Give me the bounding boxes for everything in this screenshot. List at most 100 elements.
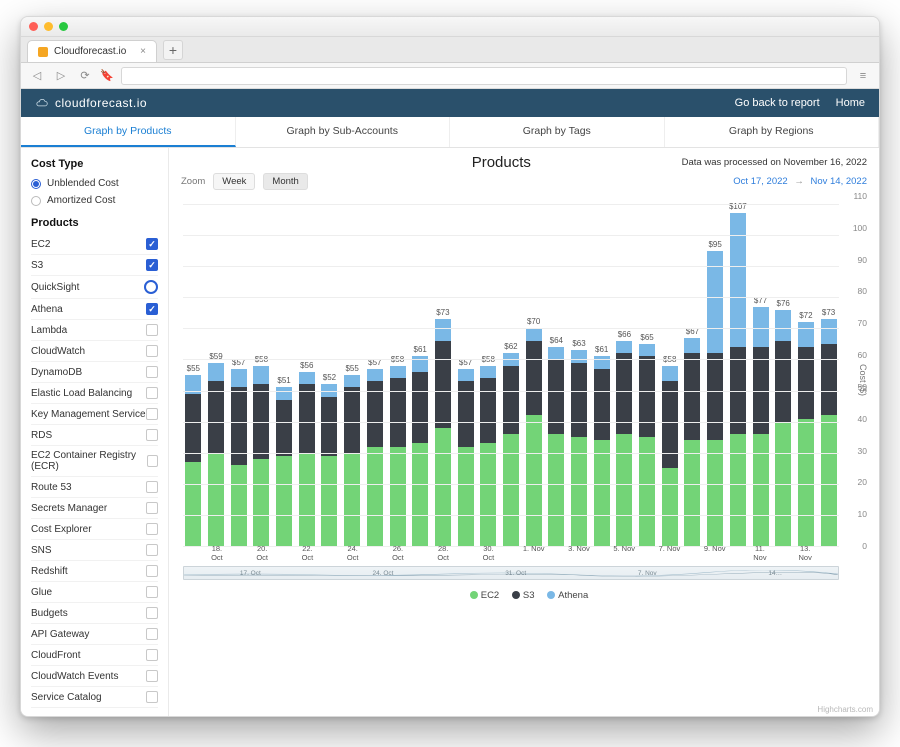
bar-segment-ec2[interactable] [276, 456, 292, 546]
bar-column[interactable]: $64 [546, 204, 567, 546]
bar-segment-athena[interactable] [367, 369, 383, 381]
bar-column[interactable]: $65 [637, 204, 658, 546]
bar-segment-athena[interactable] [821, 319, 837, 344]
bar-segment-ec2[interactable] [503, 434, 519, 546]
bar-segment-s3[interactable] [390, 378, 406, 446]
product-checkbox[interactable]: ✓ [146, 303, 158, 315]
bar-segment-ec2[interactable] [208, 453, 224, 546]
bar-segment-athena[interactable] [730, 213, 746, 347]
bar-column[interactable]: $51 [274, 204, 295, 546]
nav-bookmark-icon[interactable]: 🔖 [101, 68, 113, 84]
bar-segment-athena[interactable] [798, 322, 814, 347]
product-row[interactable]: Key Management Service [31, 404, 158, 425]
address-bar[interactable] [121, 67, 847, 85]
bar-segment-athena[interactable] [390, 366, 406, 378]
zoom-week-button[interactable]: Week [213, 173, 255, 190]
bar-column[interactable]: $95 [705, 204, 726, 546]
tab-graph-products[interactable]: Graph by Products [21, 117, 236, 147]
bar-segment-s3[interactable] [775, 341, 791, 422]
bar-segment-s3[interactable] [639, 356, 655, 437]
bar-segment-s3[interactable] [480, 378, 496, 443]
product-checkbox[interactable]: ✓ [146, 238, 158, 250]
bar-column[interactable]: $63 [569, 204, 590, 546]
bar-segment-ec2[interactable] [526, 415, 542, 546]
product-row[interactable]: SNS [31, 540, 158, 561]
bar-column[interactable]: $62 [501, 204, 522, 546]
product-row[interactable]: API Gateway [31, 624, 158, 645]
bar-segment-s3[interactable] [503, 366, 519, 434]
bar-segment-athena[interactable] [480, 366, 496, 378]
tab-close-icon[interactable]: × [140, 46, 146, 57]
product-row[interactable]: CloudFront [31, 645, 158, 666]
bar-segment-athena[interactable] [458, 369, 474, 381]
bar-segment-athena[interactable] [753, 307, 769, 347]
traffic-light-close[interactable] [29, 22, 38, 31]
traffic-light-zoom[interactable] [59, 22, 68, 31]
legend-athena[interactable]: Athena [558, 590, 588, 601]
bar-segment-ec2[interactable] [730, 434, 746, 546]
bar-segment-ec2[interactable] [548, 434, 564, 546]
bar-column[interactable]: $61 [410, 204, 431, 546]
brand-logo[interactable]: cloudforecast.io [35, 96, 147, 110]
bar-column[interactable]: $73 [433, 204, 454, 546]
bar-column[interactable]: $66 [614, 204, 635, 546]
product-row[interactable]: Cost Explorer [31, 519, 158, 540]
bar-column[interactable]: $58 [478, 204, 499, 546]
product-checkbox[interactable] [146, 366, 158, 378]
product-row[interactable]: CloudWatch Events [31, 666, 158, 687]
bar-column[interactable]: $72 [796, 204, 817, 546]
product-checkbox[interactable] [146, 628, 158, 640]
bar-column[interactable]: $58 [659, 204, 680, 546]
product-checkbox[interactable] [147, 455, 158, 467]
bar-segment-ec2[interactable] [185, 462, 201, 546]
product-row[interactable]: EC2 Container Registry (ECR) [31, 446, 158, 477]
bar-column[interactable]: $57 [365, 204, 386, 546]
bar-segment-s3[interactable] [526, 341, 542, 416]
bar-segment-athena[interactable] [684, 338, 700, 354]
bar-column[interactable]: $58 [387, 204, 408, 546]
bar-segment-athena[interactable] [775, 310, 791, 341]
nav-menu-icon[interactable]: ≡ [855, 68, 871, 84]
product-row[interactable]: Route 53 [31, 477, 158, 498]
tab-graph-regions[interactable]: Graph by Regions [665, 117, 880, 147]
product-checkbox[interactable] [144, 280, 158, 294]
bar-column[interactable]: $57 [455, 204, 476, 546]
bar-segment-s3[interactable] [276, 400, 292, 456]
product-checkbox[interactable] [146, 586, 158, 598]
bar-segment-s3[interactable] [344, 387, 360, 452]
product-checkbox[interactable] [146, 670, 158, 682]
bar-segment-s3[interactable] [208, 381, 224, 453]
zoom-month-button[interactable]: Month [263, 173, 307, 190]
bar-segment-athena[interactable] [231, 369, 247, 388]
product-row[interactable]: Elastic Load Balancing [31, 383, 158, 404]
product-checkbox[interactable] [146, 481, 158, 493]
product-checkbox[interactable] [146, 607, 158, 619]
bar-segment-s3[interactable] [662, 381, 678, 468]
bar-column[interactable]: $73 [818, 204, 839, 546]
product-checkbox[interactable] [146, 345, 158, 357]
bar-segment-s3[interactable] [412, 372, 428, 444]
product-checkbox[interactable] [146, 387, 158, 399]
bar-segment-athena[interactable] [299, 372, 315, 384]
bar-segment-s3[interactable] [299, 384, 315, 452]
tab-graph-subaccounts[interactable]: Graph by Sub-Accounts [236, 117, 451, 147]
product-checkbox[interactable] [146, 544, 158, 556]
product-row[interactable]: Glue [31, 582, 158, 603]
bar-column[interactable]: $76 [773, 204, 794, 546]
bar-column[interactable]: $61 [591, 204, 612, 546]
bar-segment-s3[interactable] [435, 341, 451, 428]
bar-segment-ec2[interactable] [253, 459, 269, 546]
chart-credit[interactable]: Highcharts.com [817, 705, 873, 714]
product-checkbox[interactable]: ✓ [146, 259, 158, 271]
bar-segment-ec2[interactable] [231, 465, 247, 546]
bar-column[interactable]: $55 [183, 204, 204, 546]
bar-segment-ec2[interactable] [684, 440, 700, 546]
link-go-back-report[interactable]: Go back to report [735, 97, 820, 109]
bar-segment-s3[interactable] [571, 363, 587, 438]
bar-segment-athena[interactable] [435, 319, 451, 341]
radio-unblended[interactable] [31, 179, 41, 189]
bar-column[interactable]: $67 [682, 204, 703, 546]
range-navigator[interactable]: 17. Oct 24. Oct 31. Oct 7. Nov 14… [183, 566, 839, 580]
bar-column[interactable]: $70 [523, 204, 544, 546]
bar-segment-s3[interactable] [321, 397, 337, 456]
